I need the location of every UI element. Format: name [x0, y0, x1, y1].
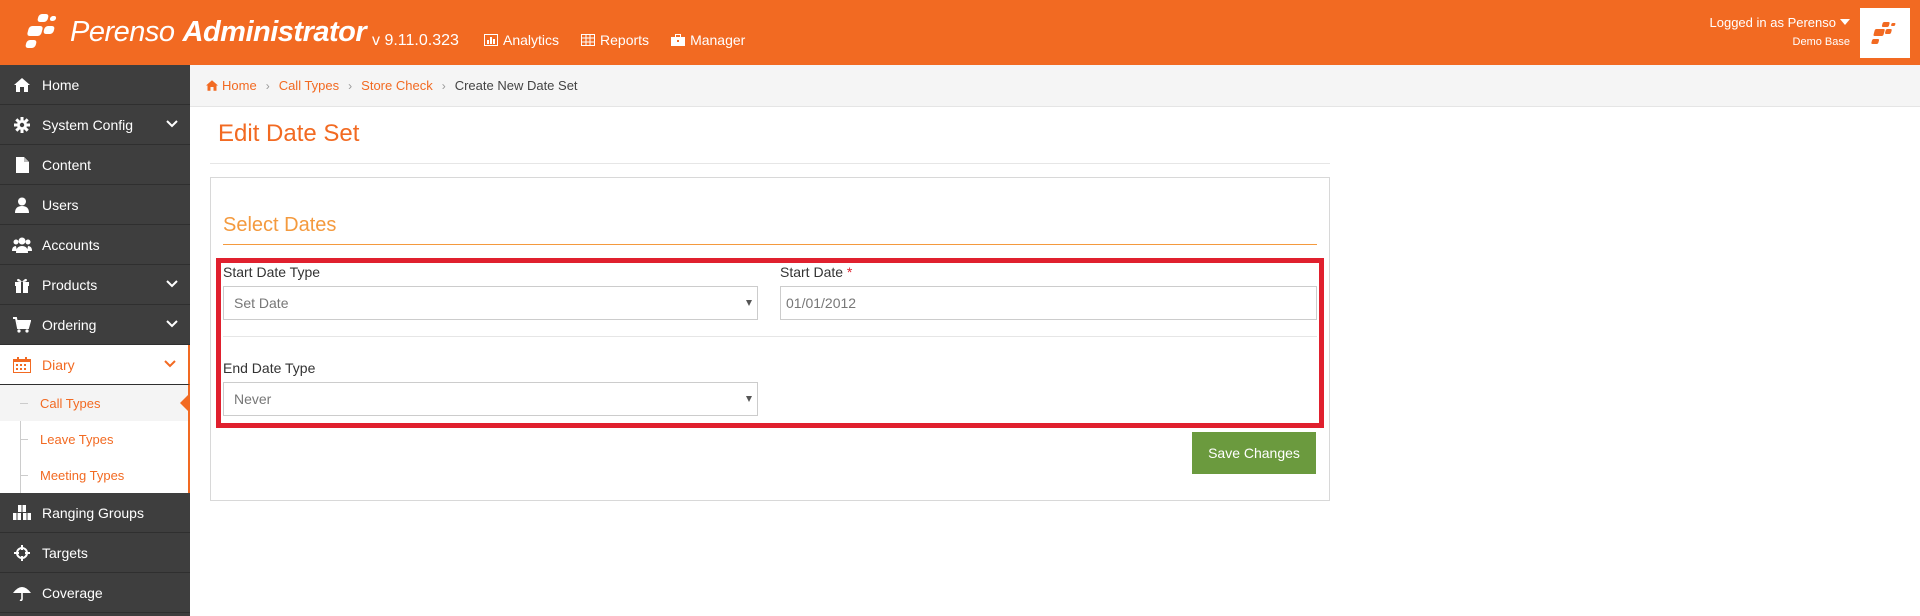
sidebar-item-label: Products [42, 276, 98, 293]
user-name: Logged in as Perenso [1709, 15, 1836, 30]
breadcrumb-home[interactable]: Home [222, 78, 257, 93]
brand-bold: Administrator [182, 15, 367, 48]
start-date-type-select[interactable]: Set Date [223, 286, 758, 320]
briefcase-icon [671, 34, 686, 46]
top-header: Perenso Administrator v 9.11.0.323 Analyt… [0, 0, 1920, 65]
nav-reports-label: Reports [600, 32, 650, 48]
sidebar-item-label: Home [42, 76, 80, 93]
user-icon [12, 196, 32, 214]
chevron-right-icon: › [441, 78, 446, 93]
breadcrumb: Home › Call Types › Store Check › Create… [190, 65, 1920, 107]
date-set-panel: Select Dates Start Date Type Set Date St… [210, 177, 1330, 501]
sidebar-item-label: System Config [42, 116, 134, 133]
nav-analytics-label: Analytics [503, 32, 560, 48]
sidebar-item-home[interactable]: Home [0, 65, 190, 105]
users-icon [12, 236, 32, 254]
sidebar-item-targets[interactable]: Targets [0, 533, 190, 573]
avatar[interactable] [1860, 8, 1910, 58]
sidebar-item-label: Accounts [42, 236, 100, 253]
cubes-icon [12, 504, 32, 522]
breadcrumb-store-check[interactable]: Store Check [361, 78, 433, 93]
sidebar-item-label: Ranging Groups [42, 504, 144, 521]
end-date-type-label: End Date Type [223, 360, 316, 376]
brand-regular: Perenso [70, 15, 175, 48]
dropdown-arrow-icon [746, 396, 752, 402]
sidebar-item-system-config[interactable]: System Config [0, 105, 190, 145]
required-marker: * [846, 264, 853, 280]
chevron-right-icon: › [265, 78, 270, 93]
sidebar-subitem-leave-types[interactable]: Leave Types [0, 421, 188, 457]
nav-manager-label: Manager [690, 32, 746, 48]
sidebar-item-label: Ordering [42, 316, 97, 333]
sidebar-item-label: Targets [42, 544, 88, 561]
chart-icon [484, 34, 498, 46]
sidebar-item-ranging-groups[interactable]: Ranging Groups [0, 493, 190, 533]
sidebar-item-users[interactable]: Users [0, 185, 190, 225]
file-icon [12, 156, 32, 174]
sidebar: Home System Config Content Users Account… [0, 65, 190, 616]
section-divider [223, 244, 1317, 245]
sidebar-item-label: Content [42, 156, 92, 173]
brand[interactable]: Perenso Administrator [24, 12, 367, 52]
nav-analytics[interactable]: Analytics [484, 32, 559, 48]
user-database: Demo Base [1792, 36, 1850, 48]
version-label: v 9.11.0.323 [372, 32, 459, 49]
gift-icon [12, 276, 32, 294]
sidebar-item-ordering[interactable]: Ordering [0, 305, 190, 345]
sidebar-item-accounts[interactable]: Accounts [0, 225, 190, 265]
gear-icon [12, 116, 32, 134]
chevron-right-icon: › [348, 78, 353, 93]
save-changes-button[interactable]: Save Changes [1192, 432, 1316, 474]
sidebar-subitem-meeting-types[interactable]: Meeting Types [0, 457, 188, 493]
page-title: Edit Date Set [218, 120, 360, 147]
diary-submenu: Call Types Leave Types Meeting Types [0, 385, 190, 493]
chevron-down-icon [166, 280, 178, 288]
start-date-label-text: Start Date [780, 264, 844, 280]
start-date-label: Start Date * [780, 264, 852, 280]
table-icon [581, 34, 596, 46]
caret-down-icon [1840, 19, 1850, 25]
sidebar-item-label: Users [42, 196, 79, 213]
perenso-logo-icon [24, 12, 64, 52]
dropdown-arrow-icon [746, 300, 752, 306]
home-icon [206, 80, 218, 91]
sidebar-item-products[interactable]: Products [0, 265, 190, 305]
breadcrumb-current: Create New Date Set [454, 78, 578, 93]
chevron-down-icon [166, 120, 178, 128]
crosshairs-icon [12, 544, 32, 562]
sidebar-item-diary[interactable]: Diary [0, 345, 190, 385]
start-date-type-label: Start Date Type [223, 264, 321, 280]
breadcrumb-call-types[interactable]: Call Types [279, 78, 339, 93]
chevron-down-icon [164, 360, 176, 368]
title-divider [210, 163, 1330, 164]
start-date-type-value: Set Date [234, 295, 289, 311]
start-date-input[interactable]: 01/01/2012 [780, 286, 1317, 320]
perenso-mark-icon [1871, 22, 1896, 44]
section-title: Select Dates [223, 214, 337, 236]
user-menu[interactable]: Logged in as Perenso Demo Base [1710, 15, 1850, 48]
sidebar-item-label: Coverage [42, 584, 103, 601]
sidebar-item-content[interactable]: Content [0, 145, 190, 185]
end-date-type-value: Never [234, 391, 272, 407]
end-date-type-select[interactable]: Never [223, 382, 758, 416]
home-icon [12, 76, 32, 94]
cart-icon [12, 316, 32, 334]
chevron-down-icon [166, 320, 178, 328]
umbrella-icon [12, 584, 32, 602]
sidebar-item-coverage[interactable]: Coverage [0, 573, 190, 613]
sidebar-subitem-call-types[interactable]: Call Types [0, 385, 190, 421]
field-divider [223, 336, 1317, 337]
sidebar-item-label: Diary [42, 356, 75, 373]
nav-reports[interactable]: Reports [581, 32, 649, 48]
nav-manager[interactable]: Manager [671, 32, 745, 48]
calendar-icon [12, 356, 32, 374]
brand-name: Perenso Administrator [70, 15, 367, 49]
top-nav: Analytics Reports Manager [484, 32, 745, 48]
